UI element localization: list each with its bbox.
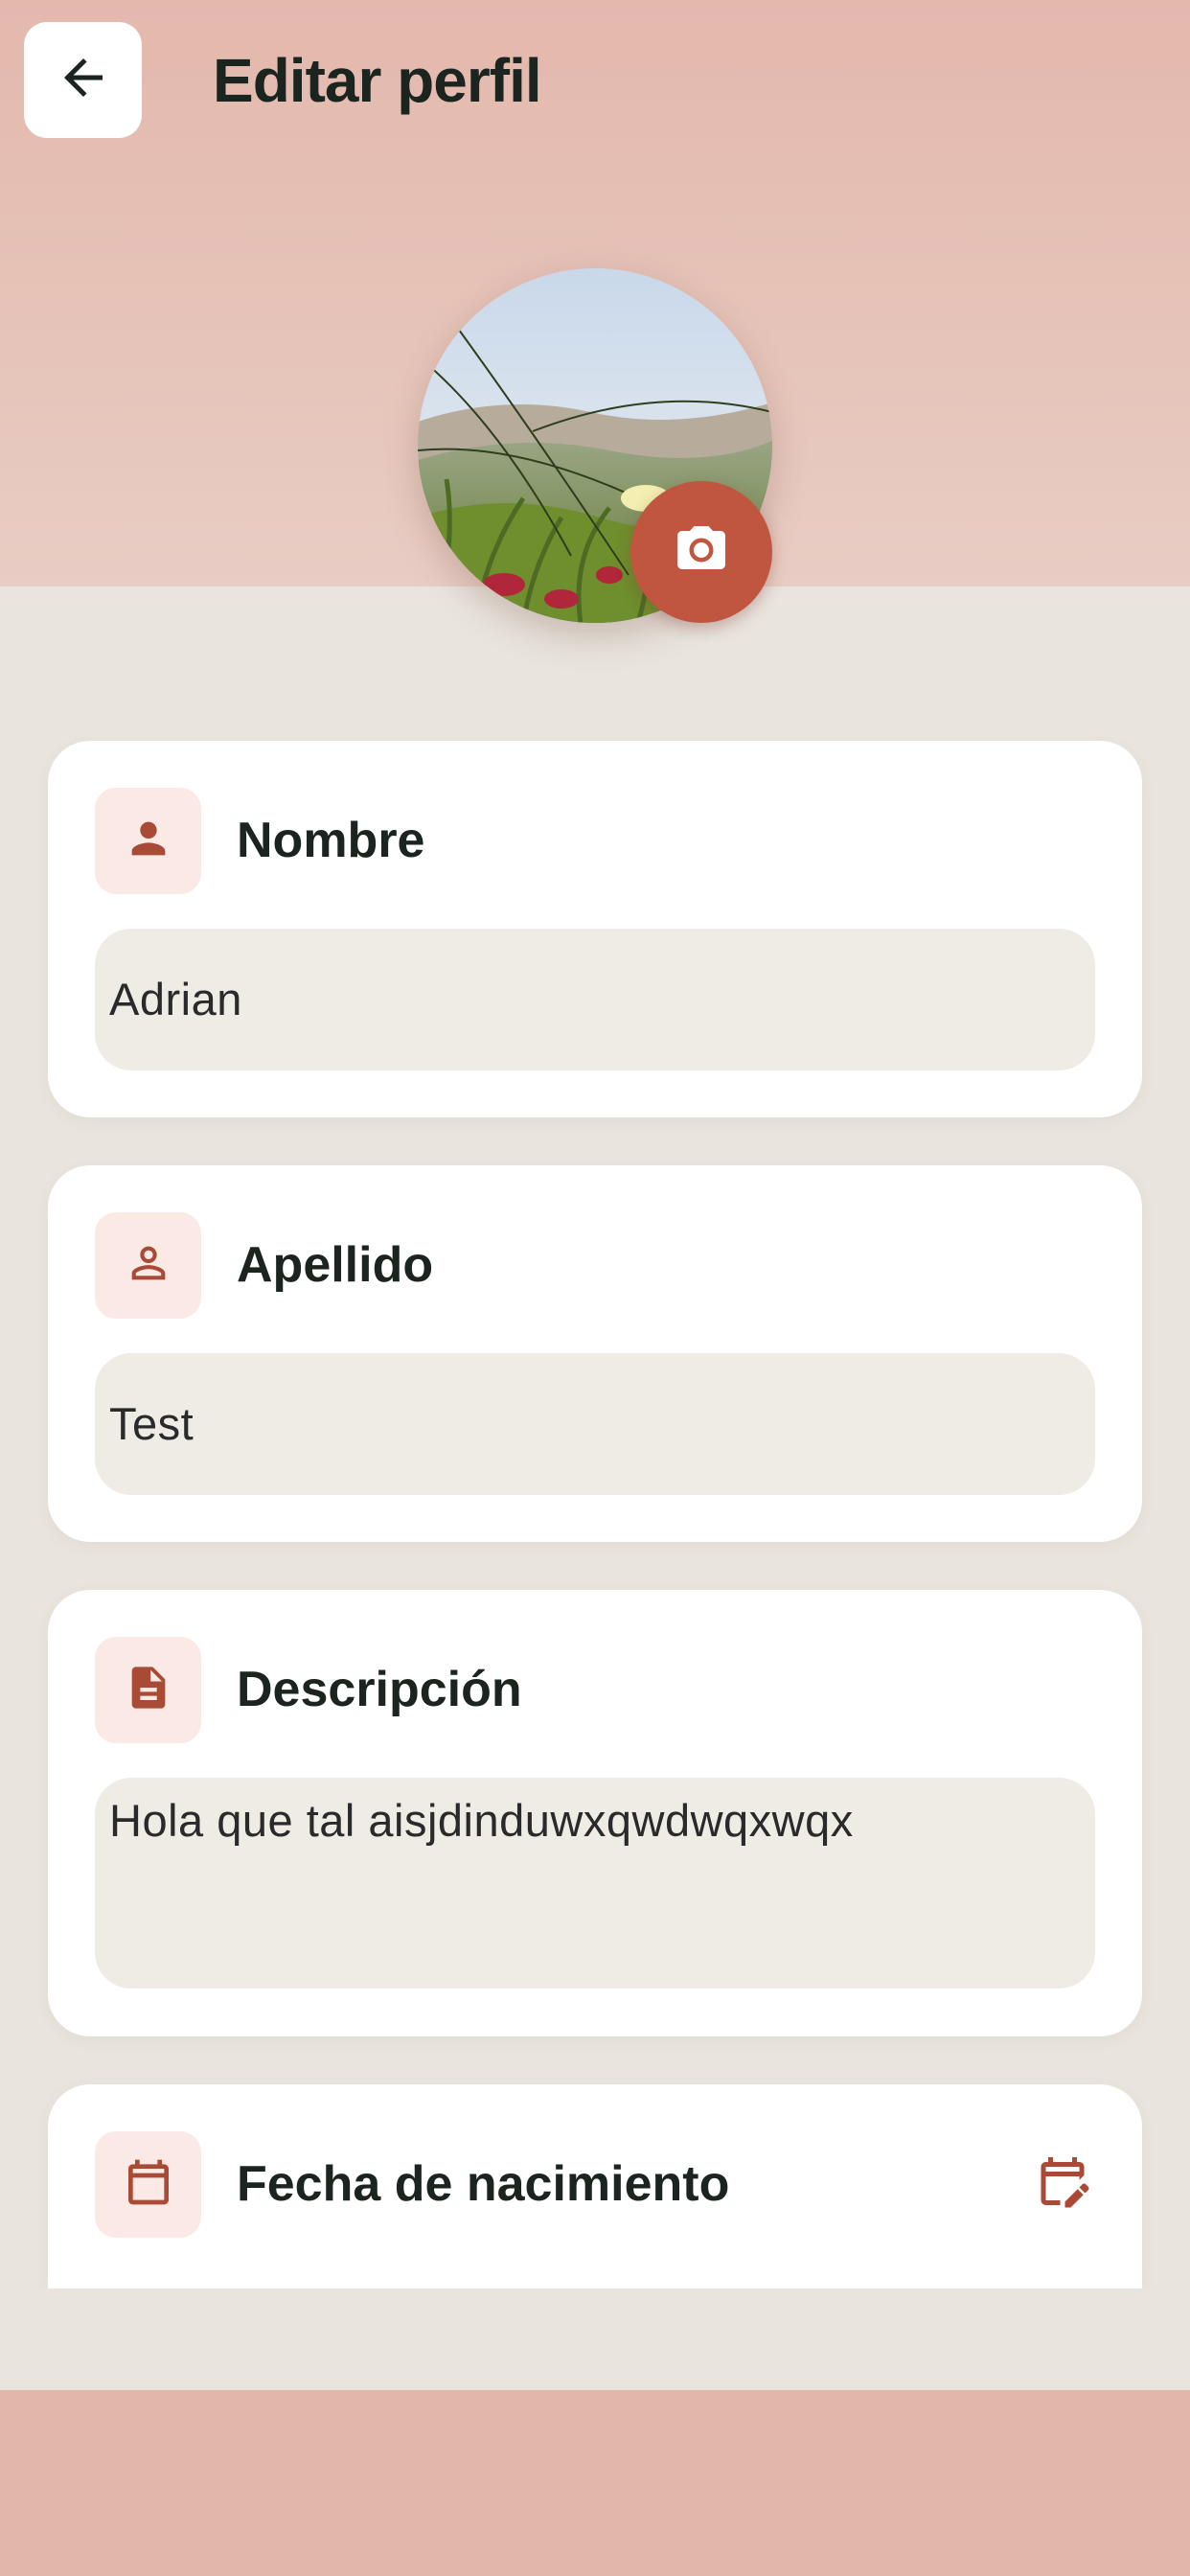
arrow-left-icon — [55, 49, 112, 111]
nombre-card: Nombre Adrian — [48, 741, 1142, 1117]
descripcion-label: Descripción — [237, 1662, 522, 1717]
descripcion-textarea[interactable]: Hola que tal aisjdinduwxqwdwqxwqx — [95, 1778, 1095, 1989]
camera-icon — [673, 521, 730, 584]
calendar-edit-icon — [1034, 2152, 1091, 2215]
apellido-card: Apellido Test — [48, 1165, 1142, 1542]
bottom-bar — [0, 2390, 1190, 2576]
nombre-input[interactable]: Adrian — [95, 929, 1095, 1070]
fecha-icon-box — [95, 2131, 201, 2238]
nombre-label: Nombre — [237, 813, 425, 868]
apellido-icon-box — [95, 1212, 201, 1319]
calendar-icon — [122, 2155, 175, 2214]
change-photo-button[interactable] — [630, 481, 772, 623]
content-bottom-area — [0, 2288, 1190, 2390]
apellido-input[interactable]: Test — [95, 1353, 1095, 1495]
back-button[interactable] — [24, 22, 142, 138]
document-icon — [124, 1663, 173, 1717]
page-title: Editar perfil — [213, 46, 542, 115]
edit-date-button[interactable] — [1031, 2151, 1094, 2215]
person-filled-icon — [124, 814, 173, 868]
fecha-card[interactable]: Fecha de nacimiento — [48, 2084, 1142, 2288]
fecha-label: Fecha de nacimiento — [237, 2156, 730, 2212]
apellido-label: Apellido — [237, 1237, 434, 1293]
descripcion-card: Descripción Hola que tal aisjdinduwxqwdw… — [48, 1590, 1142, 2036]
nombre-icon-box — [95, 788, 201, 894]
descripcion-icon-box — [95, 1637, 201, 1743]
person-outline-icon — [124, 1238, 173, 1293]
